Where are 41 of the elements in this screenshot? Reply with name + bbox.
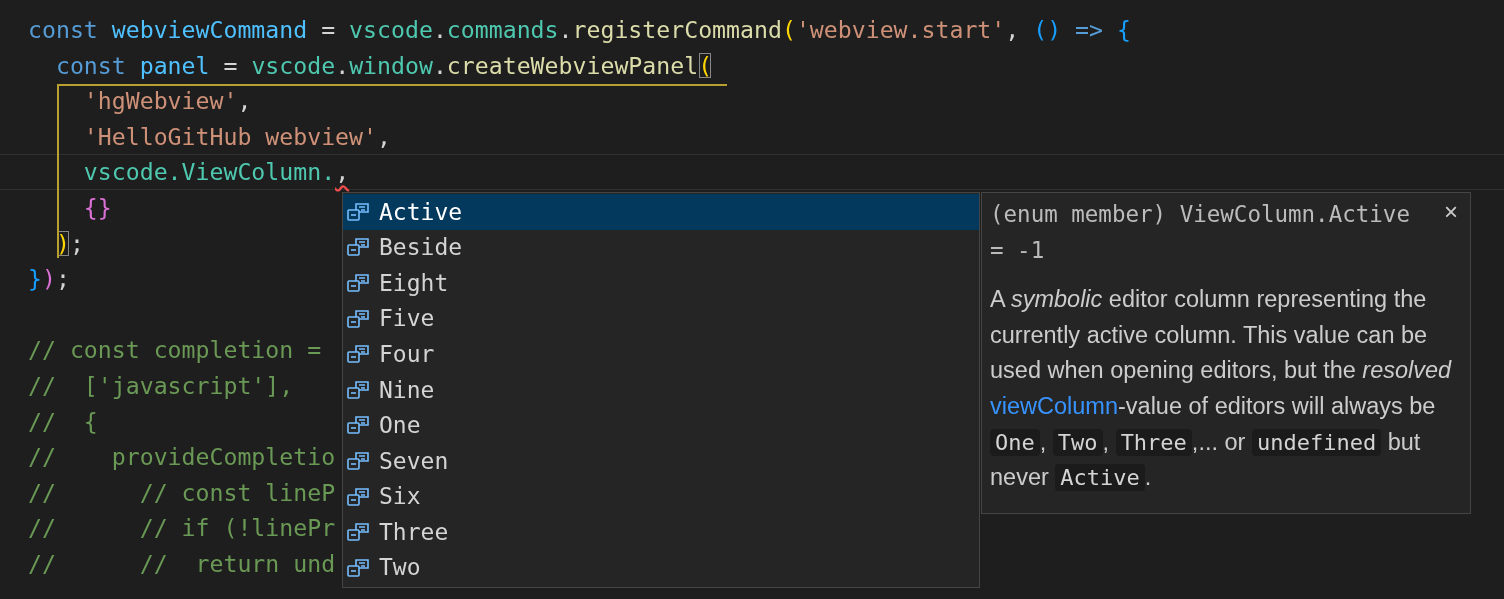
enum-member-icon [347, 415, 369, 436]
code-line: // // return und [28, 548, 336, 579]
suggestion-item[interactable]: Two [343, 549, 979, 586]
enum-member-icon [347, 486, 369, 507]
suggestion-item[interactable]: Beside [343, 229, 979, 266]
suggestion-item[interactable]: Four [343, 336, 979, 372]
enum-member-icon [347, 557, 369, 578]
code-line: vscode.ViewColumn., [82, 157, 350, 188]
code-line: // // if (!linePr [28, 513, 336, 544]
code-line: ); [54, 228, 84, 259]
code-line: // { [28, 406, 98, 437]
enum-member-icon [347, 379, 369, 400]
enum-member-icon [347, 450, 369, 471]
code-line: // ['javascript'], [28, 370, 294, 401]
enum-member-icon [347, 237, 369, 258]
suggestion-item[interactable]: Eight [343, 265, 979, 301]
code-line: }); [28, 264, 70, 295]
code-line: // const completion = [28, 335, 322, 366]
close-button[interactable]: × [1440, 197, 1462, 227]
suggestion-item[interactable]: Seven [343, 443, 979, 479]
suggestion-item[interactable]: Five [343, 300, 979, 337]
enum-member-icon [347, 522, 369, 543]
doc-link[interactable]: viewColumn [990, 392, 1118, 419]
suggestion-item[interactable]: Three [343, 514, 979, 550]
enum-member-icon [347, 308, 369, 329]
code-line: // provideCompletio [28, 442, 336, 473]
suggestion-item[interactable]: Six [343, 478, 979, 515]
suggestion-item[interactable]: One [343, 407, 979, 444]
code-line: const webviewCommand = vscode.commands.registerCommand('webview.start', () => { [28, 15, 1131, 45]
code-line: 'hgWebview', [82, 86, 252, 117]
code-line: const panel = vscode.window.createWebviewPanel( [54, 50, 713, 81]
enum-member-icon [347, 201, 369, 222]
enum-member-icon [347, 344, 369, 365]
description-text: A symbolic editor column representing the currently active column. This value can be used when opening editors, but the resolved viewColumn-value of editors will always be One , Two , Three ,... or undefined but never Active . [990, 285, 1453, 494]
code-line: 'HelloGitHub webview', [82, 121, 391, 152]
suggestion-item[interactable]: Nine [343, 371, 979, 408]
signature-text: (enum member) ViewColumn.Active = -1 [990, 200, 1411, 265]
code-line: // // const lineP [28, 477, 336, 508]
code-line: {} [82, 192, 112, 223]
enum-member-icon [347, 273, 369, 293]
suggestion-item[interactable]: Active [343, 194, 979, 230]
